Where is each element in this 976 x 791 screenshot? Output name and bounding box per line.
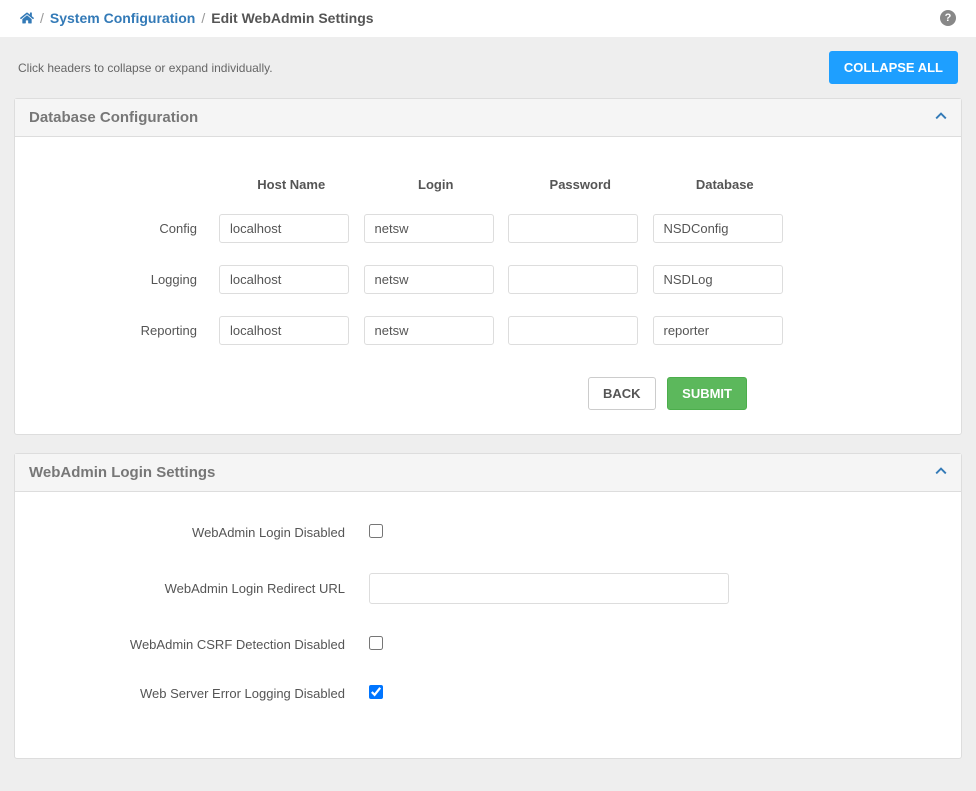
row-login-disabled: WebAdmin Login Disabled — [39, 524, 937, 541]
config-host-input[interactable] — [219, 214, 349, 243]
logging-host-input[interactable] — [219, 265, 349, 294]
col-login: Login — [364, 177, 509, 192]
table-row-logging: Logging — [39, 265, 937, 294]
label-error-logging-disabled: Web Server Error Logging Disabled — [39, 686, 369, 701]
error-logging-disabled-checkbox[interactable] — [369, 685, 383, 699]
top-row: Click headers to collapse or expand indi… — [14, 51, 962, 84]
row-error-logging-disabled: Web Server Error Logging Disabled — [39, 685, 937, 702]
content-area: Click headers to collapse or expand indi… — [0, 37, 976, 791]
collapse-all-button[interactable]: COLLAPSE ALL — [829, 51, 958, 84]
reporting-database-input[interactable] — [653, 316, 783, 345]
db-config-table: Host Name Login Password Database Config… — [39, 155, 937, 367]
panel-title: Database Configuration — [29, 109, 198, 126]
label-login-disabled: WebAdmin Login Disabled — [39, 525, 369, 540]
label-redirect-url: WebAdmin Login Redirect URL — [39, 581, 369, 596]
redirect-url-input[interactable] — [369, 573, 729, 604]
breadcrumb-sep: / — [201, 10, 205, 26]
breadcrumb-system-config[interactable]: System Configuration — [50, 10, 195, 26]
reporting-login-input[interactable] — [364, 316, 494, 345]
login-disabled-checkbox[interactable] — [369, 524, 383, 538]
panel-title: WebAdmin Login Settings — [29, 464, 215, 481]
csrf-disabled-checkbox[interactable] — [369, 636, 383, 650]
hint-text: Click headers to collapse or expand indi… — [18, 61, 273, 75]
panel-database-config: Database Configuration Host Name Login P… — [14, 98, 962, 435]
logging-password-input[interactable] — [508, 265, 638, 294]
chevron-up-icon — [935, 110, 947, 125]
help-icon[interactable]: ? — [940, 10, 956, 26]
col-database: Database — [653, 177, 798, 192]
panel-body: Host Name Login Password Database Config… — [15, 137, 961, 434]
breadcrumb-sep: / — [40, 10, 44, 26]
db-buttons: BACK SUBMIT — [39, 377, 937, 410]
panel-webadmin-login-settings: WebAdmin Login Settings WebAdmin Login D… — [14, 453, 962, 759]
panel-header-database-config[interactable]: Database Configuration — [15, 99, 961, 137]
col-password: Password — [508, 177, 653, 192]
label-csrf-disabled: WebAdmin CSRF Detection Disabled — [39, 637, 369, 652]
panel-header-webadmin-login[interactable]: WebAdmin Login Settings — [15, 454, 961, 492]
config-database-input[interactable] — [653, 214, 783, 243]
row-label-config: Config — [39, 214, 219, 243]
col-host-name: Host Name — [219, 177, 364, 192]
row-csrf-disabled: WebAdmin CSRF Detection Disabled — [39, 636, 937, 653]
table-row-config: Config — [39, 214, 937, 243]
breadcrumb-current: Edit WebAdmin Settings — [211, 10, 373, 26]
panel-body: WebAdmin Login Disabled WebAdmin Login R… — [15, 492, 961, 758]
logging-login-input[interactable] — [364, 265, 494, 294]
config-password-input[interactable] — [508, 214, 638, 243]
chevron-up-icon — [935, 465, 947, 480]
row-label-reporting: Reporting — [39, 316, 219, 345]
logging-database-input[interactable] — [653, 265, 783, 294]
submit-button[interactable]: SUBMIT — [667, 377, 747, 410]
reporting-host-input[interactable] — [219, 316, 349, 345]
back-button[interactable]: BACK — [588, 377, 656, 410]
home-icon[interactable] — [20, 10, 34, 26]
breadcrumb-bar: / System Configuration / Edit WebAdmin S… — [0, 0, 976, 37]
config-login-input[interactable] — [364, 214, 494, 243]
row-label-logging: Logging — [39, 265, 219, 294]
row-redirect-url: WebAdmin Login Redirect URL — [39, 573, 937, 604]
reporting-password-input[interactable] — [508, 316, 638, 345]
breadcrumb: / System Configuration / Edit WebAdmin S… — [20, 10, 374, 26]
table-row-reporting: Reporting — [39, 316, 937, 345]
